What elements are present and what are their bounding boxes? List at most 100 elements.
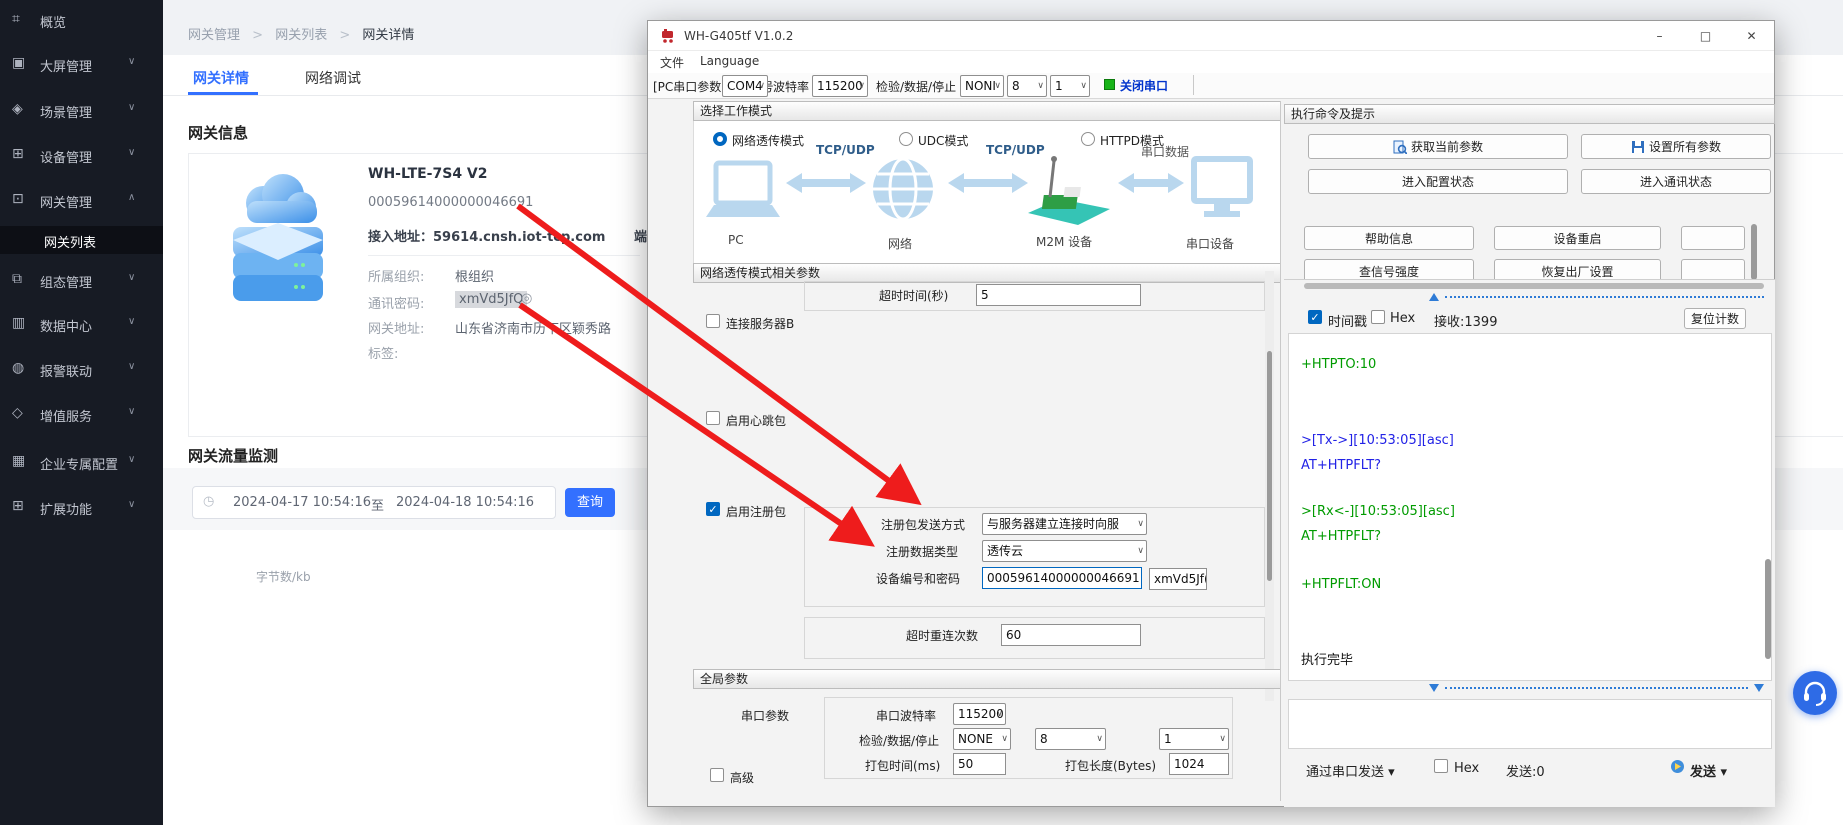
- receive-bottom-slider[interactable]: [1427, 683, 1764, 693]
- date-to[interactable]: 2024-04-18 10:54:16: [396, 495, 534, 510]
- receive-slider[interactable]: [1427, 293, 1764, 303]
- chart-y-axis-label: 字节数/kb: [256, 568, 311, 585]
- commands-header: 执行命令及提示: [1284, 104, 1775, 124]
- packlen-input[interactable]: 1024: [1169, 753, 1229, 775]
- date-from[interactable]: 2024-04-17 10:54:16: [233, 495, 371, 510]
- menu-file[interactable]: 文件: [660, 54, 684, 71]
- radio-httpd-mode[interactable]: [1081, 132, 1095, 146]
- serial-group-label: 串口参数: [741, 707, 789, 724]
- databits-select[interactable]: 8∨: [1007, 75, 1047, 97]
- stopbits-select[interactable]: 1∨: [1050, 75, 1090, 97]
- access-label: 接入地址：: [368, 230, 433, 245]
- breadcrumb-item[interactable]: 网关列表: [275, 28, 327, 43]
- breadcrumb-current: 网关详情: [362, 28, 414, 43]
- chevron-down-icon: ∨: [128, 499, 135, 510]
- receive-top-scrollbar[interactable]: [1304, 283, 1764, 289]
- address-value: 山东省济南市历下区颖秀路: [455, 318, 611, 337]
- timestamp-label: 时间戳: [1328, 311, 1367, 330]
- tab-gateway-detail[interactable]: 网关详情: [193, 68, 249, 88]
- date-range-picker[interactable]: ◷ 2024-04-17 10:54:16 至 2024-04-18 10:54…: [192, 486, 556, 519]
- enter-comm-button[interactable]: 进入通讯状态: [1581, 169, 1771, 194]
- breadcrumb-item[interactable]: 网关管理: [188, 28, 240, 43]
- password-visibility-icon[interactable]: ◎: [521, 291, 532, 306]
- global-databits-select[interactable]: 8∨: [1035, 728, 1106, 750]
- app-titlebar[interactable]: WH-G405tf V1.0.2 – □ ✕: [648, 21, 1774, 51]
- timeout-input[interactable]: 5: [976, 284, 1141, 306]
- log-line: >[Rx<-][10:53:05][asc]: [1301, 504, 1455, 519]
- sidebar-item-data-center[interactable]: ▥数据中心∨: [0, 310, 163, 338]
- sidebar-item-config[interactable]: ⧉组态管理∨: [0, 266, 163, 294]
- send-button[interactable]: 发送 ▾: [1690, 761, 1727, 780]
- rx-count: 接收:1399: [1434, 311, 1497, 330]
- device-password-input[interactable]: xmVd5Jf(: [1149, 568, 1207, 590]
- log-line: AT+HTPFLT?: [1301, 529, 1381, 544]
- log-scrollbar-thumb[interactable]: [1765, 559, 1771, 659]
- gateway-icon: ⊡: [12, 191, 30, 207]
- rx-hex-label: Hex: [1390, 311, 1415, 326]
- chevron-up-icon: ∧: [128, 192, 135, 203]
- heartbeat-label: 启用心跳包: [726, 412, 786, 429]
- radio-udc-mode[interactable]: [899, 132, 913, 146]
- commands-scrollbar-thumb[interactable]: [1751, 224, 1757, 280]
- sidebar-item-gateway[interactable]: ⊡网关管理∧: [0, 186, 163, 214]
- global-stopbits-select[interactable]: 1∨: [1159, 728, 1229, 750]
- diamond-icon: ◇: [12, 405, 30, 421]
- chevron-down-icon: ∨: [128, 102, 135, 113]
- timestamp-checkbox[interactable]: ✓: [1308, 310, 1322, 324]
- rx-hex-checkbox[interactable]: [1371, 310, 1385, 324]
- sidebar-item-enterprise[interactable]: ▦企业专属配置∨: [0, 448, 163, 476]
- serial-device-label: 串口设备: [1186, 235, 1234, 252]
- get-params-button[interactable]: 获取当前参数: [1308, 134, 1568, 159]
- reboot-button[interactable]: 设备重启: [1494, 226, 1661, 250]
- advanced-checkbox[interactable]: [710, 768, 724, 782]
- server-b-checkbox[interactable]: [706, 314, 720, 328]
- params-scrollbar-thumb[interactable]: [1267, 351, 1272, 581]
- maximize-button[interactable]: □: [1683, 21, 1728, 51]
- heartbeat-checkbox[interactable]: [706, 411, 720, 425]
- sidebar-item-alarm[interactable]: ◍报警联动∨: [0, 355, 163, 383]
- com-port-select[interactable]: COM4∨: [722, 75, 768, 97]
- global-baud-select[interactable]: 115200∨: [953, 703, 1006, 725]
- regpack-checkbox[interactable]: ✓: [706, 502, 720, 516]
- reset-count-button[interactable]: 复位计数: [1684, 308, 1746, 329]
- sidebar-item-overview[interactable]: ⌗概览: [0, 6, 163, 34]
- baud-select[interactable]: 115200∨: [812, 75, 868, 97]
- help-button[interactable]: 帮助信息: [1304, 226, 1474, 250]
- app-logo-icon: [661, 28, 677, 44]
- network-label: 网络: [888, 235, 912, 252]
- sidebar-item-screen[interactable]: ▣大屏管理∨: [0, 50, 163, 78]
- app-menubar: 文件 Language: [648, 51, 1774, 73]
- sidebar-item-vas[interactable]: ◇增值服务∨: [0, 400, 163, 428]
- device-id-input[interactable]: 00059614000000046691: [982, 567, 1142, 589]
- close-serial-button[interactable]: 关闭串口: [1120, 77, 1168, 94]
- sidebar-item-device[interactable]: ⊞设备管理∨: [0, 141, 163, 169]
- minimize-button[interactable]: –: [1637, 21, 1682, 51]
- customer-service-button[interactable]: [1793, 671, 1837, 715]
- packtime-input[interactable]: 50: [953, 753, 1006, 775]
- enter-config-button[interactable]: 进入配置状态: [1308, 169, 1568, 194]
- app-window: WH-G405tf V1.0.2 – □ ✕ 文件 Language [PC串口…: [647, 20, 1775, 807]
- sidebar-item-extension[interactable]: ⊞扩展功能∨: [0, 493, 163, 521]
- menu-language[interactable]: Language: [700, 54, 759, 68]
- send-input-area[interactable]: [1288, 699, 1772, 749]
- retry-input[interactable]: 60: [1001, 624, 1141, 646]
- partial-button[interactable]: [1681, 226, 1745, 250]
- query-button[interactable]: 查询: [565, 488, 615, 517]
- bar-chart-icon: ▥: [12, 315, 30, 331]
- timeout-label: 超时时间(秒): [879, 287, 948, 304]
- slider-arrow-icon: [1429, 293, 1439, 301]
- tab-network-debug[interactable]: 网络调试: [305, 68, 361, 88]
- close-button[interactable]: ✕: [1729, 21, 1774, 51]
- panel-splitter[interactable]: [1280, 101, 1281, 801]
- send-via-serial-dropdown[interactable]: 通过串口发送 ▾: [1306, 761, 1395, 780]
- sidebar-item-gateway-list[interactable]: 网关列表: [0, 226, 163, 254]
- reg-type-select[interactable]: 透传云∨: [982, 540, 1147, 562]
- gateway-model: WH-LTE-7S4 V2: [368, 166, 488, 182]
- radio-transparent-mode[interactable]: [713, 132, 727, 146]
- sidebar-item-scene[interactable]: ◈场景管理∨: [0, 96, 163, 124]
- global-parity-select[interactable]: NONE∨: [953, 728, 1011, 750]
- set-params-button[interactable]: 设置所有参数: [1581, 134, 1771, 159]
- reg-send-select[interactable]: 与服务器建立连接时向服∨: [982, 513, 1147, 535]
- parity-select[interactable]: NONI∨: [960, 75, 1004, 97]
- tx-hex-checkbox[interactable]: [1434, 759, 1448, 773]
